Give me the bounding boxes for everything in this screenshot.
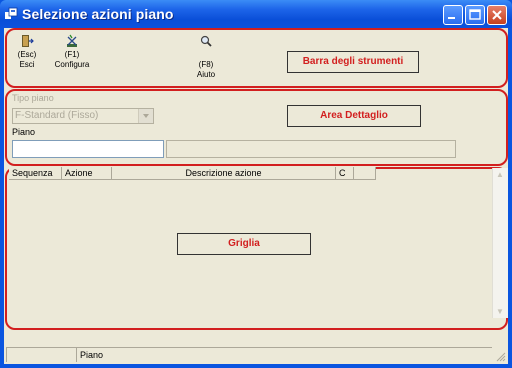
configure-button[interactable]: (F1) Configura — [49, 34, 95, 70]
maximize-button[interactable] — [465, 5, 485, 25]
status-cell-1 — [6, 347, 76, 362]
tipo-piano-label: Tipo piano — [12, 93, 54, 103]
column-header-sequenza[interactable]: Sequenza — [9, 167, 62, 180]
piano-description-field — [166, 140, 456, 158]
configure-label: Configura — [54, 60, 90, 69]
column-header-azione[interactable]: Azione — [62, 167, 112, 180]
window-title: Selezione azioni piano — [22, 6, 174, 22]
toolbar-region-label: Barra degli strumenti — [287, 51, 419, 73]
help-button[interactable]: (F8) Aiuto — [191, 34, 221, 80]
help-shortcut: (F8) — [198, 60, 214, 69]
minimize-icon — [448, 17, 455, 19]
column-header-descrizione[interactable]: Descrizione azione — [112, 167, 336, 180]
configure-shortcut: (F1) — [64, 50, 80, 59]
detail-panel: Tipo piano F-Standard (Fisso) Piano Area… — [5, 89, 508, 166]
exit-shortcut: (Esc) — [17, 50, 37, 59]
client-area: (Esc) Esci (F1) Configura (F8) Aiuto Bar… — [4, 28, 508, 364]
app-icon — [5, 7, 18, 19]
scroll-up-icon[interactable]: ▲ — [496, 170, 504, 179]
title-bar[interactable]: Selezione azioni piano — [0, 0, 512, 28]
help-label: Aiuto — [196, 70, 216, 79]
column-header-extra[interactable] — [354, 167, 376, 180]
exit-door-icon — [22, 35, 34, 47]
maximize-icon — [469, 9, 481, 20]
chevron-down-icon — [143, 114, 149, 118]
close-icon — [492, 10, 502, 20]
resize-grip-icon[interactable] — [494, 350, 506, 362]
status-bar: Piano — [4, 343, 508, 364]
piano-input[interactable] — [12, 140, 164, 158]
tipo-piano-select[interactable]: F-Standard (Fisso) — [12, 108, 154, 124]
close-button[interactable] — [487, 5, 507, 25]
detail-region-label: Area Dettaglio — [287, 105, 421, 127]
tipo-piano-dropdown-button[interactable] — [138, 109, 153, 123]
scroll-down-icon[interactable]: ▼ — [496, 307, 504, 316]
configure-icon — [67, 34, 77, 47]
toolbar-panel: (Esc) Esci (F1) Configura (F8) Aiuto Bar… — [5, 28, 508, 88]
grid-table[interactable]: Sequenza Azione Descrizione azione C ▲ ▼ — [8, 167, 508, 319]
tipo-piano-value: F-Standard (Fisso) — [15, 110, 99, 121]
help-magnifier-icon — [200, 35, 212, 47]
minimize-button[interactable] — [443, 5, 463, 25]
exit-button[interactable]: (Esc) Esci — [12, 34, 42, 70]
status-cell-piano: Piano — [76, 347, 492, 362]
piano-label: Piano — [12, 127, 36, 137]
column-header-c[interactable]: C — [336, 167, 354, 180]
grid-vertical-scrollbar[interactable]: ▲ ▼ — [492, 168, 508, 318]
exit-label: Esci — [19, 60, 35, 69]
application-window: Selezione azioni piano (Esc) Esci (F1) C… — [0, 0, 512, 368]
